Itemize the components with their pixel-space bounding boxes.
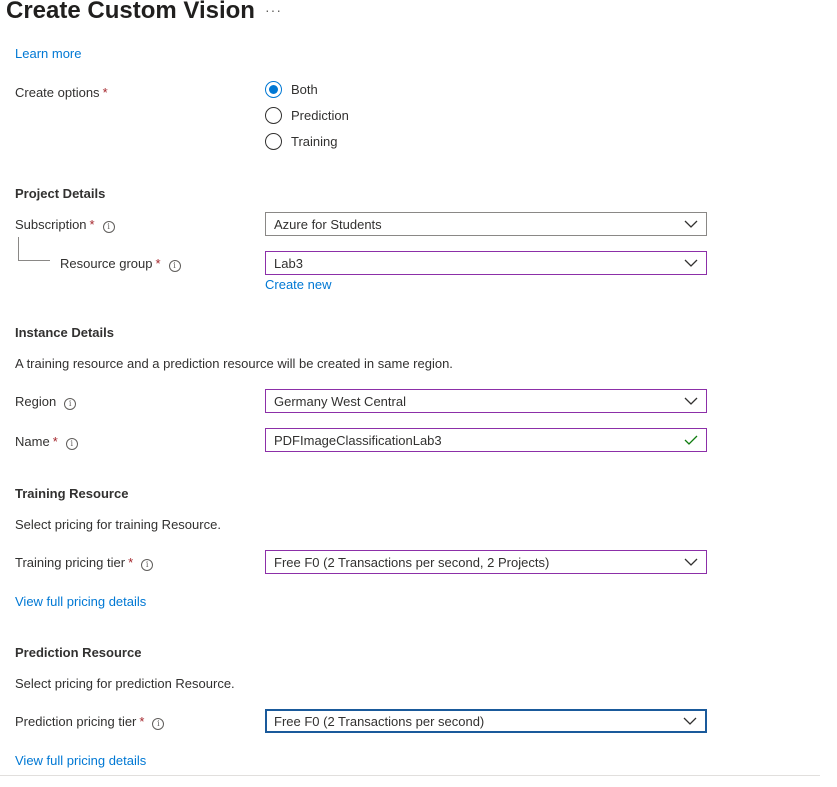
subscription-value: Azure for Students [274,216,382,232]
required-marker: * [102,85,108,100]
radio-option-prediction[interactable]: Prediction [265,105,349,125]
page-title: Create Custom Vision [6,0,255,24]
learn-more-link[interactable]: Learn more [15,46,81,61]
chevron-down-icon [676,259,706,267]
training-tier-label-text: Training pricing tier [15,555,126,570]
training-resource-description: Select pricing for training Resource. [15,517,221,532]
resource-group-label: Resource group * i [60,256,181,272]
checkmark-icon [676,435,706,445]
training-tier-dropdown[interactable]: Free F0 (2 Transactions per second, 2 Pr… [265,550,707,574]
region-label: Region i [15,394,77,410]
radio-label-both: Both [291,81,318,97]
info-icon[interactable]: i [152,718,165,730]
region-label-text: Region [15,394,57,409]
project-details-heading: Project Details [15,186,106,201]
name-input[interactable]: PDFImageClassificationLab3 [265,428,707,452]
prediction-resource-heading: Prediction Resource [15,645,142,660]
chevron-down-icon [676,397,706,405]
create-new-link[interactable]: Create new [265,277,331,292]
subscription-label-text: Subscription [15,217,87,232]
training-pricing-link[interactable]: View full pricing details [15,594,146,609]
prediction-pricing-link[interactable]: View full pricing details [15,753,146,768]
instance-details-heading: Instance Details [15,325,114,340]
prediction-tier-label: Prediction pricing tier * i [15,714,165,730]
subscription-label: Subscription * i [15,217,115,233]
tree-connector-vertical [18,237,19,261]
radio-option-both[interactable]: Both [265,79,318,99]
required-marker: * [89,217,95,232]
region-value: Germany West Central [274,393,406,409]
resource-group-value: Lab3 [274,255,303,271]
prediction-tier-dropdown[interactable]: Free F0 (2 Transactions per second) [265,709,707,733]
footer-divider [0,775,820,776]
prediction-tier-label-text: Prediction pricing tier [15,714,137,729]
chevron-down-icon [676,558,706,566]
radio-label-training: Training [291,133,338,149]
prediction-tier-value: Free F0 (2 Transactions per second) [274,713,485,729]
tree-connector-horizontal [18,260,50,261]
resource-group-dropdown[interactable]: Lab3 [265,251,707,275]
subscription-dropdown[interactable]: Azure for Students [265,212,707,236]
required-marker: * [128,555,134,570]
radio-button[interactable] [265,132,282,150]
radio-button-checked[interactable] [265,80,282,98]
info-icon[interactable]: i [141,559,154,571]
info-icon[interactable]: i [64,398,77,410]
prediction-resource-description: Select pricing for prediction Resource. [15,676,235,691]
required-marker: * [155,256,161,271]
resource-group-label-text: Resource group [60,256,153,271]
chevron-down-icon [676,220,706,228]
radio-dot [269,84,278,94]
radio-label-prediction: Prediction [291,107,349,123]
name-value: PDFImageClassificationLab3 [274,432,442,448]
training-tier-value: Free F0 (2 Transactions per second, 2 Pr… [274,554,550,570]
info-icon[interactable]: i [65,438,78,450]
instance-details-description: A training resource and a prediction res… [15,356,453,371]
training-resource-heading: Training Resource [15,486,129,501]
more-options-button[interactable]: ··· [265,2,282,18]
region-dropdown[interactable]: Germany West Central [265,389,707,413]
create-options-label-text: Create options [15,85,100,100]
required-marker: * [52,434,58,449]
info-icon[interactable]: i [168,260,181,272]
name-label-text: Name [15,434,50,449]
training-tier-label: Training pricing tier * i [15,555,154,571]
name-label: Name * i [15,434,78,450]
radio-button[interactable] [265,106,282,124]
chevron-down-icon [675,717,705,725]
create-options-label: Create options * [15,85,108,100]
radio-option-training[interactable]: Training [265,131,337,151]
required-marker: * [139,714,145,729]
info-icon[interactable]: i [102,221,115,233]
